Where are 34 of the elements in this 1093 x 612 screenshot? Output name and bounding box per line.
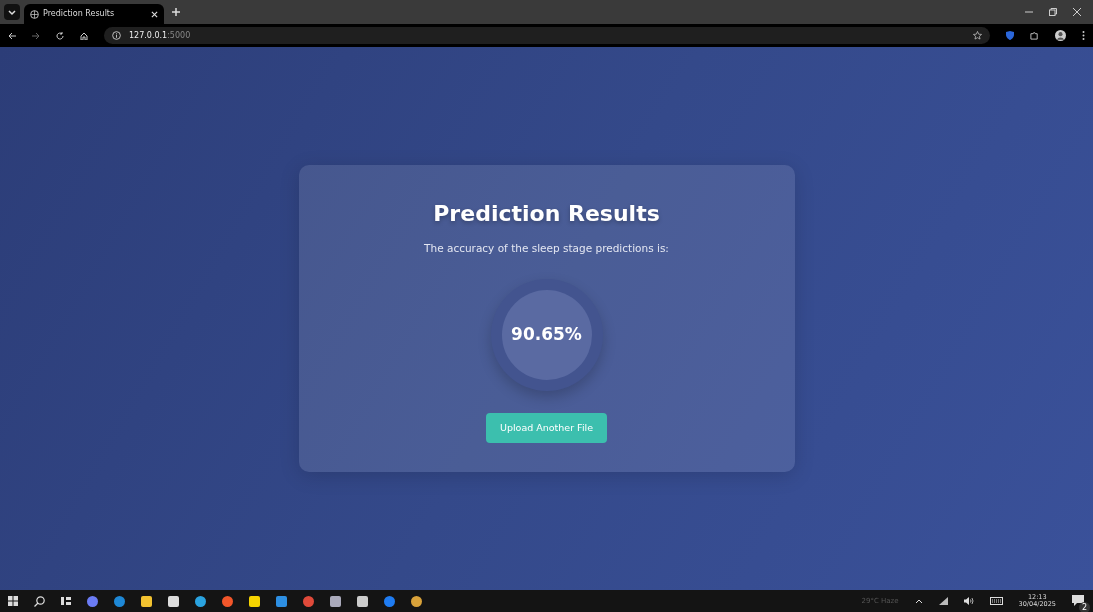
globe-icon: [30, 9, 39, 19]
accuracy-description: The accuracy of the sleep stage predictions is:: [424, 241, 669, 257]
page-title: Prediction Results: [433, 201, 660, 228]
address-bar[interactable]: 127.0.0.1:5000: [104, 27, 990, 44]
browser-tab[interactable]: Prediction Results: [24, 4, 164, 24]
url-text: 127.0.0.1:5000: [129, 29, 191, 42]
accuracy-value: 90.65%: [511, 323, 582, 347]
app-icon[interactable]: [87, 595, 98, 607]
avatar-icon[interactable]: [1055, 30, 1066, 41]
home-icon[interactable]: [80, 31, 88, 40]
close-icon[interactable]: [151, 10, 158, 18]
restore-icon[interactable]: [1049, 8, 1057, 16]
tab-menu-icon[interactable]: [4, 4, 20, 20]
puzzle-icon[interactable]: [1030, 31, 1039, 40]
forward-icon[interactable]: [32, 31, 40, 40]
network-icon[interactable]: [938, 597, 948, 605]
tab-title: Prediction Results: [43, 8, 116, 20]
chevron-up-icon[interactable]: [914, 598, 923, 604]
minimize-icon[interactable]: [1025, 8, 1033, 16]
new-tab-icon[interactable]: [172, 8, 180, 16]
shield-icon[interactable]: [1006, 31, 1014, 40]
star-icon[interactable]: [973, 31, 982, 40]
speaker-icon[interactable]: [963, 597, 974, 605]
info-icon: [112, 31, 121, 40]
start-icon[interactable]: [8, 596, 18, 606]
search-icon[interactable]: [34, 595, 45, 607]
menu-icon[interactable]: [1082, 31, 1085, 40]
keyboard-icon[interactable]: [989, 597, 1003, 605]
close-icon[interactable]: [1073, 8, 1081, 16]
app-icon[interactable]: [222, 595, 233, 607]
reload-icon[interactable]: [56, 31, 64, 40]
notification-count: 2: [1079, 602, 1090, 612]
task-view-icon[interactable]: [61, 596, 71, 606]
back-icon[interactable]: [8, 31, 16, 40]
